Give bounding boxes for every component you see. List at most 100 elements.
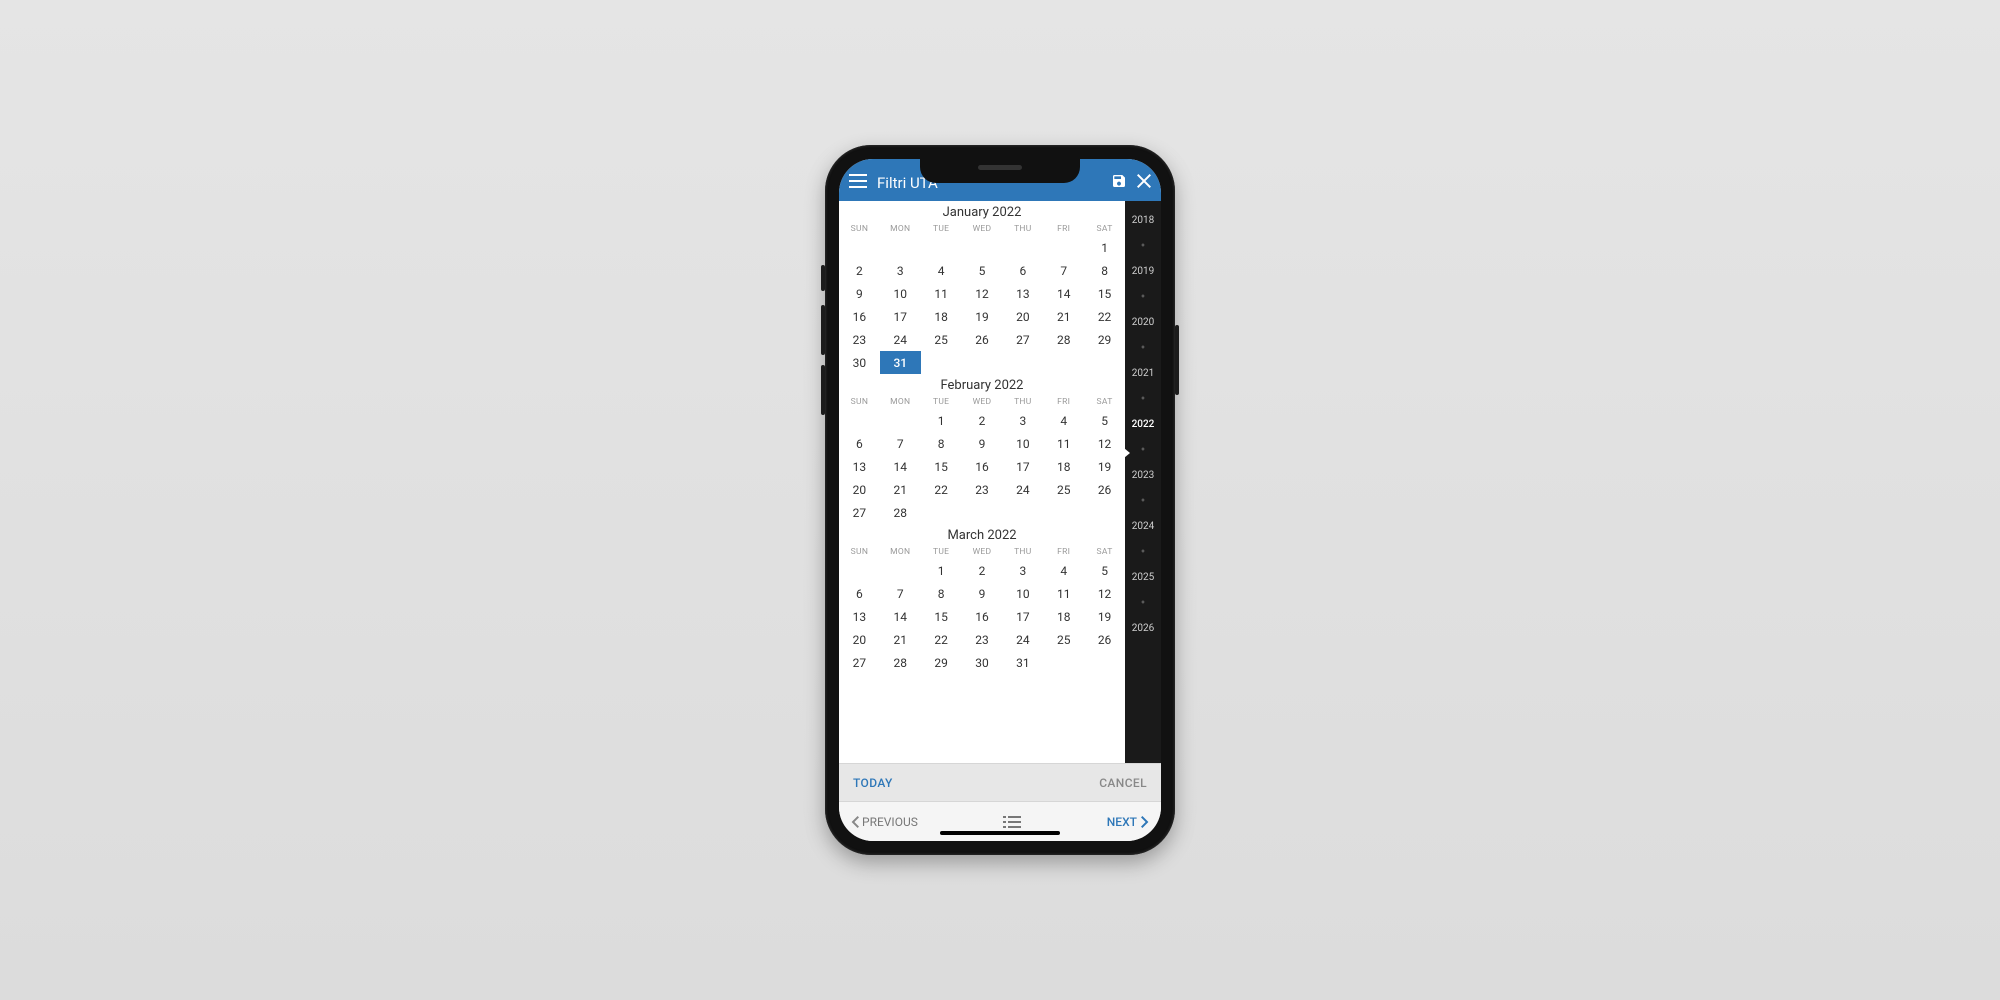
day-cell[interactable]: 15 [921, 605, 962, 628]
day-cell[interactable]: 29 [1084, 328, 1125, 351]
day-cell[interactable]: 2 [839, 259, 880, 282]
day-cell[interactable]: 9 [962, 432, 1003, 455]
day-cell[interactable]: 24 [1002, 478, 1043, 501]
day-cell[interactable]: 5 [1084, 559, 1125, 582]
day-cell[interactable]: 7 [1043, 259, 1084, 282]
day-cell[interactable]: 28 [880, 501, 921, 524]
day-cell[interactable]: 8 [921, 432, 962, 455]
day-cell[interactable]: 18 [921, 305, 962, 328]
day-cell[interactable]: 10 [880, 282, 921, 305]
day-cell[interactable]: 5 [1084, 409, 1125, 432]
year-item[interactable]: 2018 [1132, 207, 1154, 234]
year-item[interactable]: 2024 [1132, 513, 1154, 540]
day-cell[interactable]: 26 [1084, 478, 1125, 501]
day-cell[interactable]: 27 [1002, 328, 1043, 351]
day-cell[interactable]: 15 [1084, 282, 1125, 305]
day-cell[interactable]: 16 [962, 455, 1003, 478]
day-cell[interactable]: 1 [1084, 236, 1125, 259]
day-cell-selected[interactable]: 31 [880, 351, 921, 374]
day-cell[interactable]: 26 [962, 328, 1003, 351]
day-cell[interactable]: 14 [880, 455, 921, 478]
day-cell[interactable]: 19 [1084, 455, 1125, 478]
year-item[interactable]: 2026 [1132, 615, 1154, 642]
day-cell[interactable]: 2 [962, 409, 1003, 432]
day-cell[interactable]: 10 [1002, 432, 1043, 455]
day-cell[interactable]: 21 [1043, 305, 1084, 328]
day-cell[interactable]: 23 [839, 328, 880, 351]
day-cell[interactable]: 24 [1002, 628, 1043, 651]
home-indicator[interactable] [940, 831, 1060, 835]
day-cell[interactable]: 28 [1043, 328, 1084, 351]
day-cell[interactable]: 20 [1002, 305, 1043, 328]
day-cell[interactable]: 25 [1043, 628, 1084, 651]
day-cell[interactable]: 17 [880, 305, 921, 328]
day-cell[interactable]: 9 [839, 282, 880, 305]
day-cell[interactable]: 6 [839, 432, 880, 455]
day-cell[interactable]: 18 [1043, 605, 1084, 628]
previous-button[interactable]: PREVIOUS [851, 815, 918, 829]
year-item[interactable]: 2021 [1132, 360, 1154, 387]
day-cell[interactable]: 21 [880, 478, 921, 501]
day-cell[interactable]: 16 [839, 305, 880, 328]
day-cell[interactable]: 16 [962, 605, 1003, 628]
close-icon[interactable] [1137, 174, 1151, 192]
menu-icon[interactable] [849, 174, 867, 192]
year-item[interactable]: 2023 [1132, 462, 1154, 489]
day-cell[interactable]: 8 [921, 582, 962, 605]
day-cell[interactable]: 11 [1043, 582, 1084, 605]
save-icon[interactable] [1111, 173, 1127, 193]
day-cell[interactable]: 10 [1002, 582, 1043, 605]
day-cell[interactable]: 22 [921, 478, 962, 501]
day-cell[interactable]: 7 [880, 582, 921, 605]
cancel-button[interactable]: CANCEL [1099, 776, 1147, 790]
day-cell[interactable]: 20 [839, 478, 880, 501]
day-cell[interactable]: 12 [962, 282, 1003, 305]
day-cell[interactable]: 7 [880, 432, 921, 455]
day-cell[interactable]: 13 [839, 455, 880, 478]
day-cell[interactable]: 15 [921, 455, 962, 478]
day-cell[interactable]: 3 [1002, 409, 1043, 432]
day-cell[interactable]: 6 [839, 582, 880, 605]
day-cell[interactable]: 29 [921, 651, 962, 674]
day-cell[interactable]: 13 [839, 605, 880, 628]
day-cell[interactable]: 23 [962, 628, 1003, 651]
day-cell[interactable]: 21 [880, 628, 921, 651]
day-cell[interactable]: 22 [921, 628, 962, 651]
year-selector-strip[interactable]: 2018•2019•2020•2021•2022•2023•2024•2025•… [1125, 201, 1161, 763]
day-cell[interactable]: 28 [880, 651, 921, 674]
today-button[interactable]: TODAY [853, 776, 893, 790]
day-cell[interactable]: 6 [1002, 259, 1043, 282]
day-cell[interactable]: 26 [1084, 628, 1125, 651]
list-button[interactable] [1003, 816, 1021, 828]
day-cell[interactable]: 24 [880, 328, 921, 351]
day-cell[interactable]: 22 [1084, 305, 1125, 328]
day-cell[interactable]: 14 [880, 605, 921, 628]
day-cell[interactable]: 4 [1043, 409, 1084, 432]
day-cell[interactable]: 19 [962, 305, 1003, 328]
year-item[interactable]: 2020 [1132, 309, 1154, 336]
day-cell[interactable]: 30 [962, 651, 1003, 674]
day-cell[interactable]: 4 [1043, 559, 1084, 582]
day-cell[interactable]: 2 [962, 559, 1003, 582]
day-cell[interactable]: 12 [1084, 582, 1125, 605]
calendar-months-column[interactable]: January 2022SUNMONTUEWEDTHUFRISAT1234567… [839, 201, 1125, 763]
day-cell[interactable]: 18 [1043, 455, 1084, 478]
day-cell[interactable]: 30 [839, 351, 880, 374]
day-cell[interactable]: 9 [962, 582, 1003, 605]
day-cell[interactable]: 19 [1084, 605, 1125, 628]
next-button[interactable]: NEXT [1107, 815, 1149, 829]
day-cell[interactable]: 11 [1043, 432, 1084, 455]
day-cell[interactable]: 1 [921, 559, 962, 582]
day-cell[interactable]: 31 [1002, 651, 1043, 674]
day-cell[interactable]: 12 [1084, 432, 1125, 455]
day-cell[interactable]: 17 [1002, 455, 1043, 478]
day-cell[interactable]: 1 [921, 409, 962, 432]
day-cell[interactable]: 27 [839, 651, 880, 674]
day-cell[interactable]: 17 [1002, 605, 1043, 628]
day-cell[interactable]: 20 [839, 628, 880, 651]
day-cell[interactable]: 8 [1084, 259, 1125, 282]
day-cell[interactable]: 11 [921, 282, 962, 305]
day-cell[interactable]: 3 [1002, 559, 1043, 582]
year-item[interactable]: 2025 [1132, 564, 1154, 591]
day-cell[interactable]: 25 [921, 328, 962, 351]
